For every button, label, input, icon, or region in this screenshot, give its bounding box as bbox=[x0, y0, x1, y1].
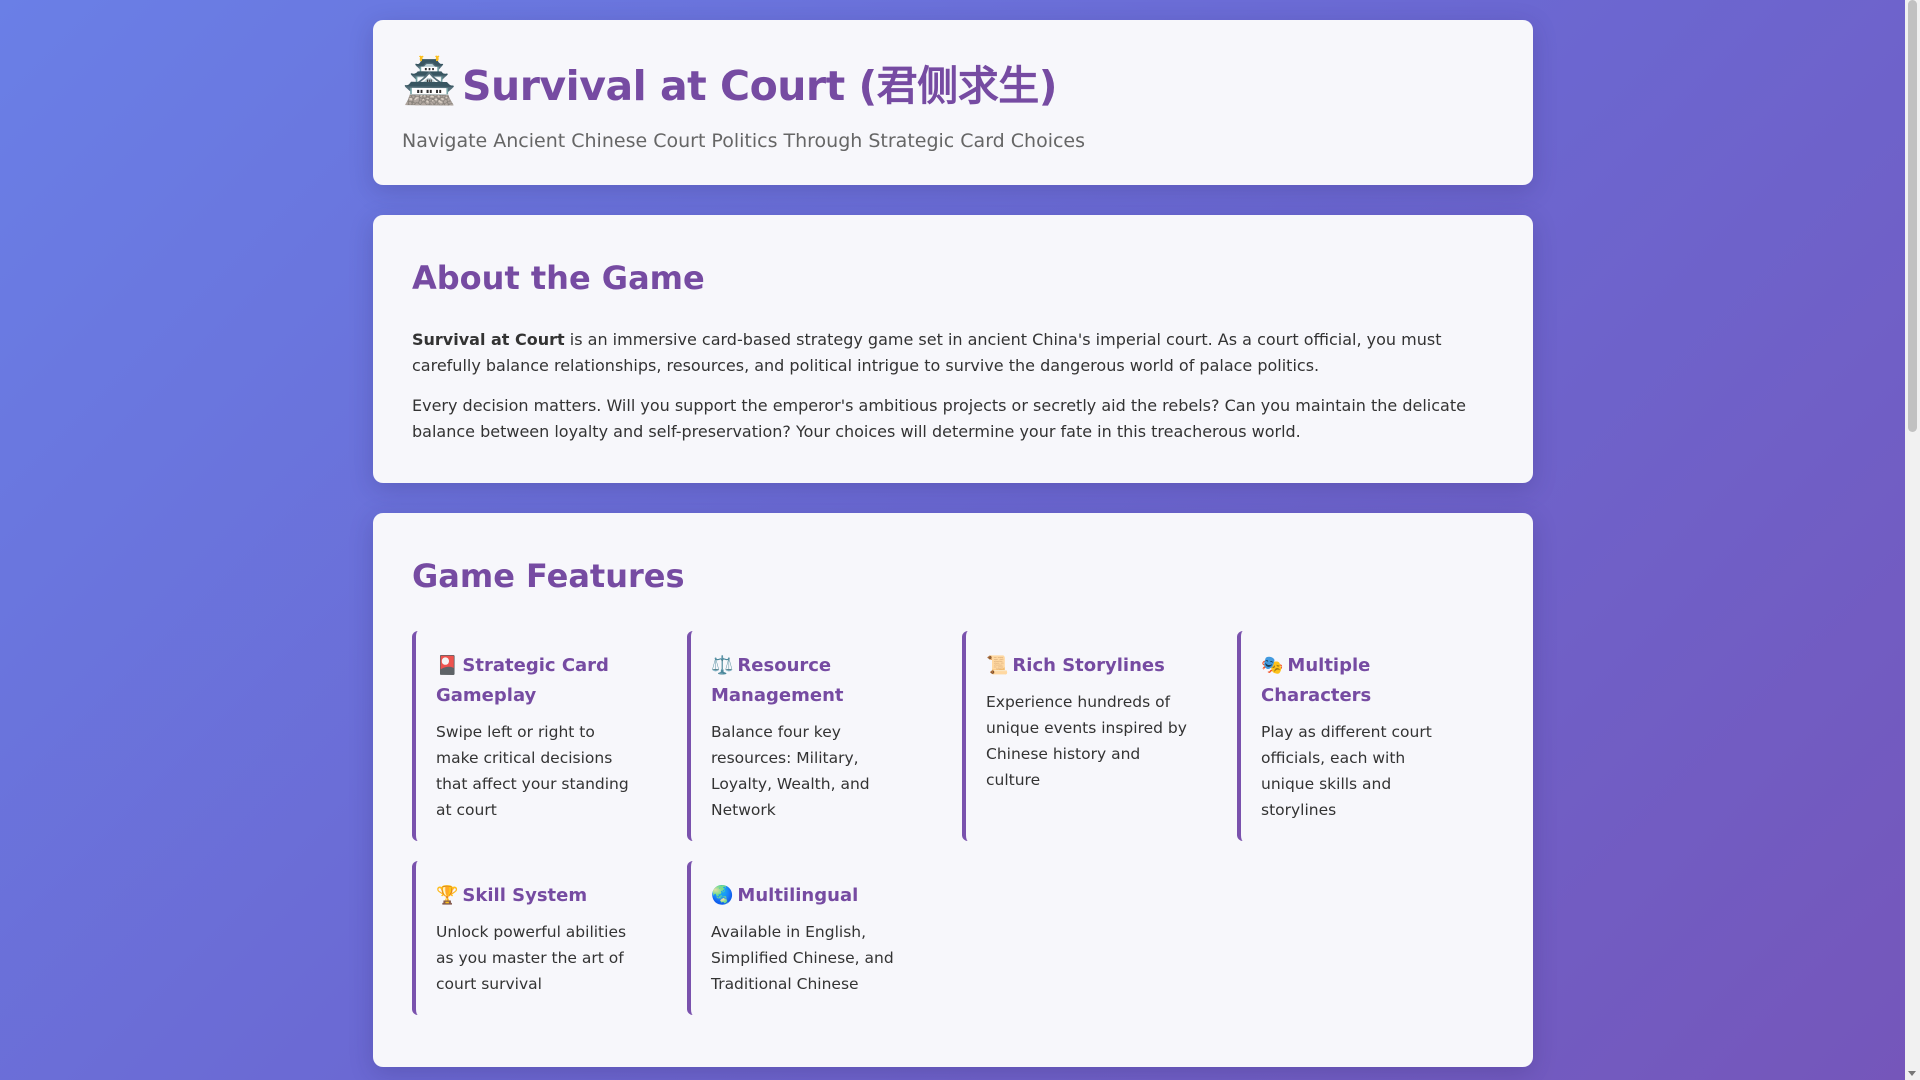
feature-card-multilingual: 🌏 Multilingual Available in English, Simp… bbox=[687, 861, 932, 1015]
feature-title-text: Multilingual bbox=[737, 885, 859, 906]
feature-description: Unlock powerful abilities as you master … bbox=[436, 923, 627, 993]
feature-card-skill-system: 🏆 Skill System Unlock powerful abilities … bbox=[412, 861, 657, 1015]
about-section: About the Game Survival at Court is an i… bbox=[373, 215, 1533, 483]
about-paragraph-1-text: is an immersive card-based strategy game… bbox=[412, 330, 1442, 375]
about-paragraph-1: Survival at Court is an immersive card-b… bbox=[412, 327, 1494, 379]
feature-title-text: Skill System bbox=[462, 885, 588, 906]
page-subtitle: Navigate Ancient Chinese Court Politics … bbox=[402, 130, 1086, 152]
flower-playing-card-icon: 🎴 bbox=[436, 655, 459, 676]
feature-card-multiple-characters: 🎭 Multiple Characters Play as different c… bbox=[1237, 631, 1482, 841]
feature-title: 🎴 Strategic Card Gameplay bbox=[436, 651, 637, 711]
vertical-scrollbar[interactable] bbox=[1905, 0, 1920, 1080]
page-container: 🏯 Survival at Court (君侧求生) Navigate Anci… bbox=[373, 20, 1533, 1067]
feature-title: 📜 Rich Storylines bbox=[986, 651, 1187, 681]
feature-card-resource-management: ⚖️ Resource Management Balance four key r… bbox=[687, 631, 932, 841]
about-paragraph-2: Every decision matters. Will you support… bbox=[412, 396, 1466, 441]
feature-description: Swipe left or right to make critical dec… bbox=[436, 723, 629, 819]
features-grid: 🎴 Strategic Card Gameplay Swipe left or r… bbox=[412, 631, 1494, 1015]
scroll-down-arrow-icon[interactable] bbox=[1908, 1071, 1916, 1076]
features-section: Game Features 🎴 Strategic Card Gameplay S… bbox=[373, 513, 1533, 1067]
about-heading: About the Game bbox=[412, 259, 705, 297]
trophy-icon: 🏆 bbox=[436, 885, 459, 906]
feature-description: Experience hundreds of unique events ins… bbox=[986, 693, 1187, 789]
scroll-icon: 📜 bbox=[986, 655, 1009, 676]
header-card: 🏯 Survival at Court (君侧求生) Navigate Anci… bbox=[373, 20, 1533, 185]
feature-title: 🎭 Multiple Characters bbox=[1261, 651, 1462, 711]
feature-card-rich-storylines: 📜 Rich Storylines Experience hundreds of … bbox=[962, 631, 1207, 841]
theater-masks-icon: 🎭 bbox=[1261, 655, 1284, 676]
title-row: 🏯 Survival at Court (君侧求生) bbox=[402, 54, 1504, 111]
feature-description: Available in English, Simplified Chinese… bbox=[711, 923, 894, 993]
feature-card-strategic-card-gameplay: 🎴 Strategic Card Gameplay Swipe left or r… bbox=[412, 631, 657, 841]
feature-title: ⚖️ Resource Management bbox=[711, 651, 912, 711]
scrollbar-thumb[interactable] bbox=[1908, 0, 1917, 432]
feature-description: Balance four key resources: Military, Lo… bbox=[711, 723, 870, 819]
feature-title-text: Rich Storylines bbox=[1012, 655, 1165, 676]
page-title: Survival at Court (君侧求生) bbox=[462, 62, 1058, 110]
globe-icon: 🌏 bbox=[711, 885, 734, 906]
feature-description: Play as different court officials, each … bbox=[1261, 723, 1432, 819]
feature-title: 🌏 Multilingual bbox=[711, 881, 912, 911]
feature-title: 🏆 Skill System bbox=[436, 881, 637, 911]
balance-scale-icon: ⚖️ bbox=[711, 655, 734, 676]
game-name-bold: Survival at Court bbox=[412, 330, 565, 349]
feature-title-text: Strategic Card Gameplay bbox=[436, 655, 609, 706]
pagoda-icon: 🏯 bbox=[402, 57, 457, 106]
features-heading: Game Features bbox=[412, 557, 685, 595]
